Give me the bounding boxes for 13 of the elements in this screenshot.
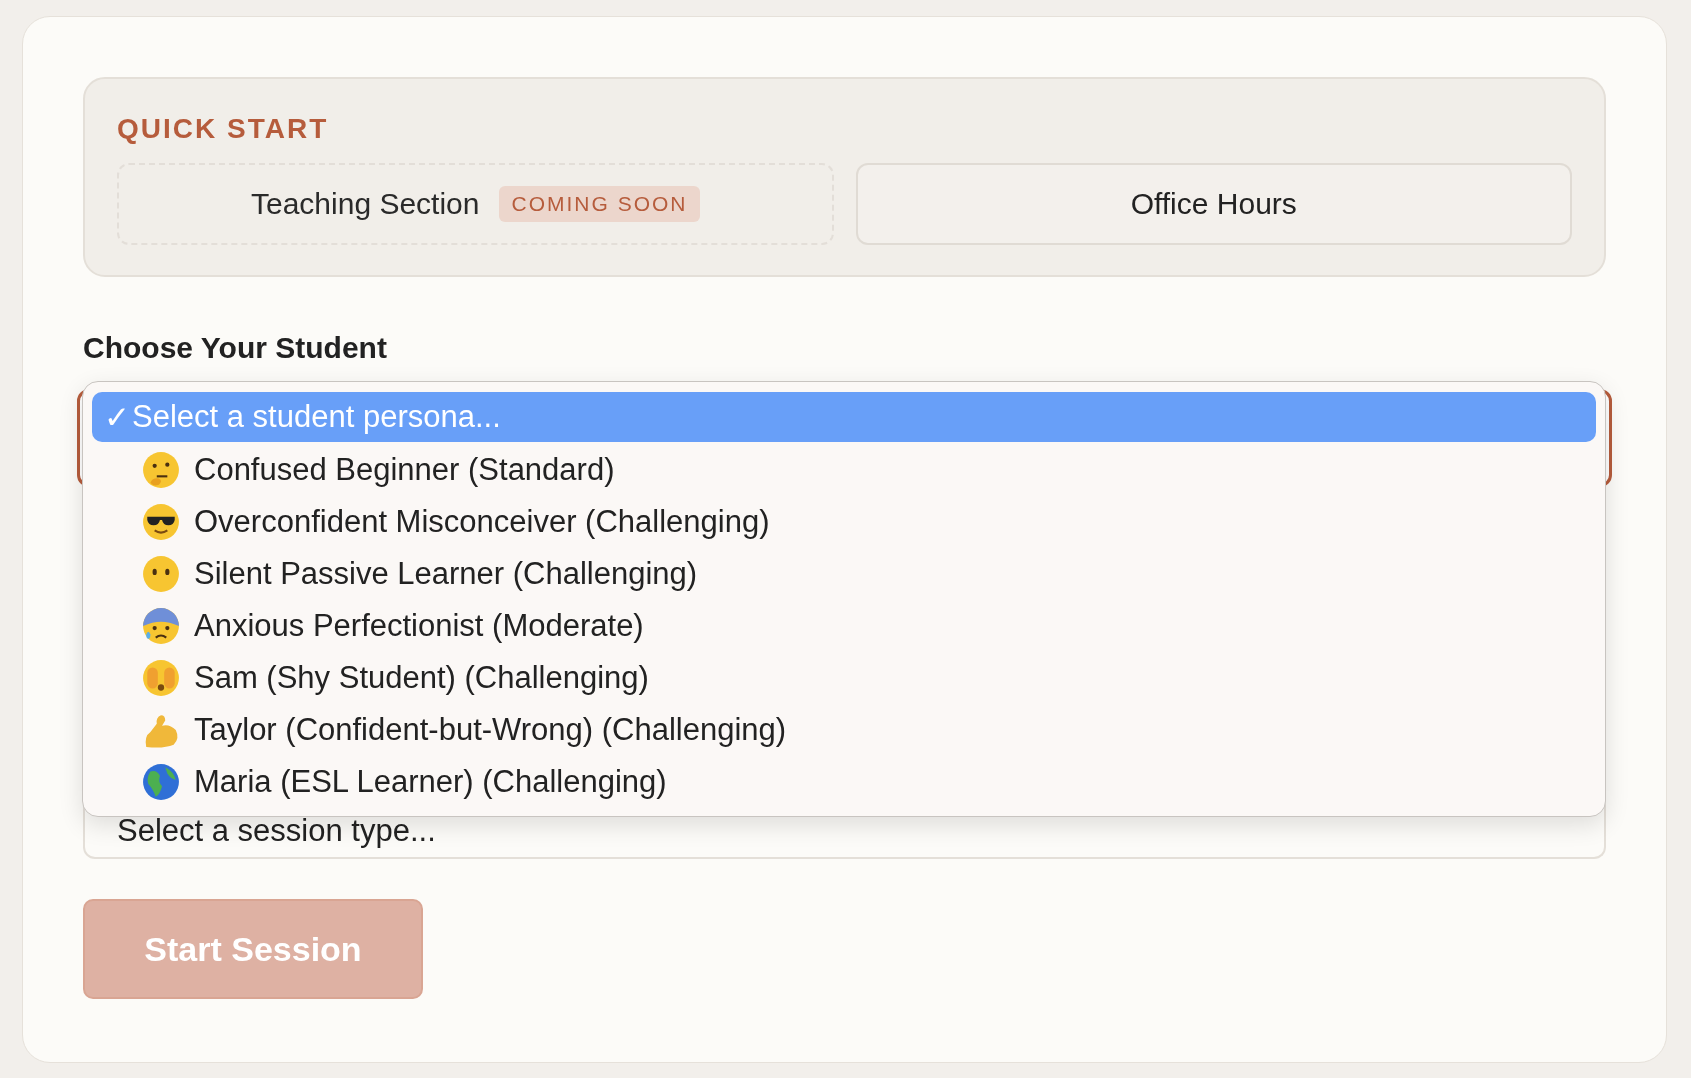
status-badge: COMING SOON	[499, 186, 700, 222]
option-label: Overconfident Misconceiver (Challenging)	[194, 504, 770, 540]
option-label: Teaching Section	[251, 187, 480, 221]
option-label: Sam (Shy Student) (Challenging)	[194, 660, 649, 696]
option-label: Silent Passive Learner (Challenging)	[194, 556, 698, 592]
select-placeholder: Select a session type...	[117, 813, 436, 849]
option-label: Taylor (Confident-but-Wrong) (Challenging)	[194, 712, 787, 748]
option-label: Confused Beginner (Standard)	[194, 452, 615, 488]
field-label: Choose Your Student	[83, 331, 388, 365]
option-label: Office Hours	[1130, 187, 1297, 221]
option-label: Select a student persona...	[132, 399, 501, 435]
option-label: Anxious Perfectionist (Moderate)	[194, 608, 644, 644]
section-title: QUICK START	[117, 113, 330, 145]
